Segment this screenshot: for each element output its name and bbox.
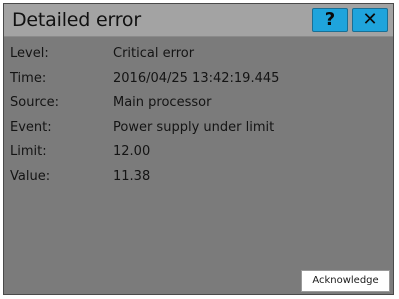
close-button[interactable]: ✕	[352, 8, 388, 32]
source-value: Main processor	[113, 95, 212, 110]
help-icon: ?	[324, 9, 336, 30]
error-dialog: Detailed error ? ✕ Level: Critical error…	[3, 3, 394, 295]
level-label: Level:	[10, 46, 49, 61]
close-icon: ✕	[362, 9, 378, 30]
source-label: Source:	[10, 95, 60, 110]
help-button[interactable]: ?	[312, 8, 348, 32]
event-label: Event:	[10, 119, 52, 135]
acknowledge-button[interactable]: Acknowledge	[301, 270, 390, 292]
event-value: Power supply under limit	[113, 119, 275, 135]
dialog-title: Detailed error	[12, 9, 141, 31]
value-label: Value:	[10, 168, 51, 184]
title-bar: Detailed error ? ✕	[4, 4, 393, 37]
limit-value: 12.00	[113, 144, 151, 159]
level-value: Critical error	[113, 46, 195, 61]
time-label: Time:	[10, 70, 47, 86]
value-value: 11.38	[113, 168, 151, 184]
limit-label: Limit:	[10, 144, 47, 159]
time-value: 2016/04/25 13:42:19.445	[113, 70, 280, 86]
